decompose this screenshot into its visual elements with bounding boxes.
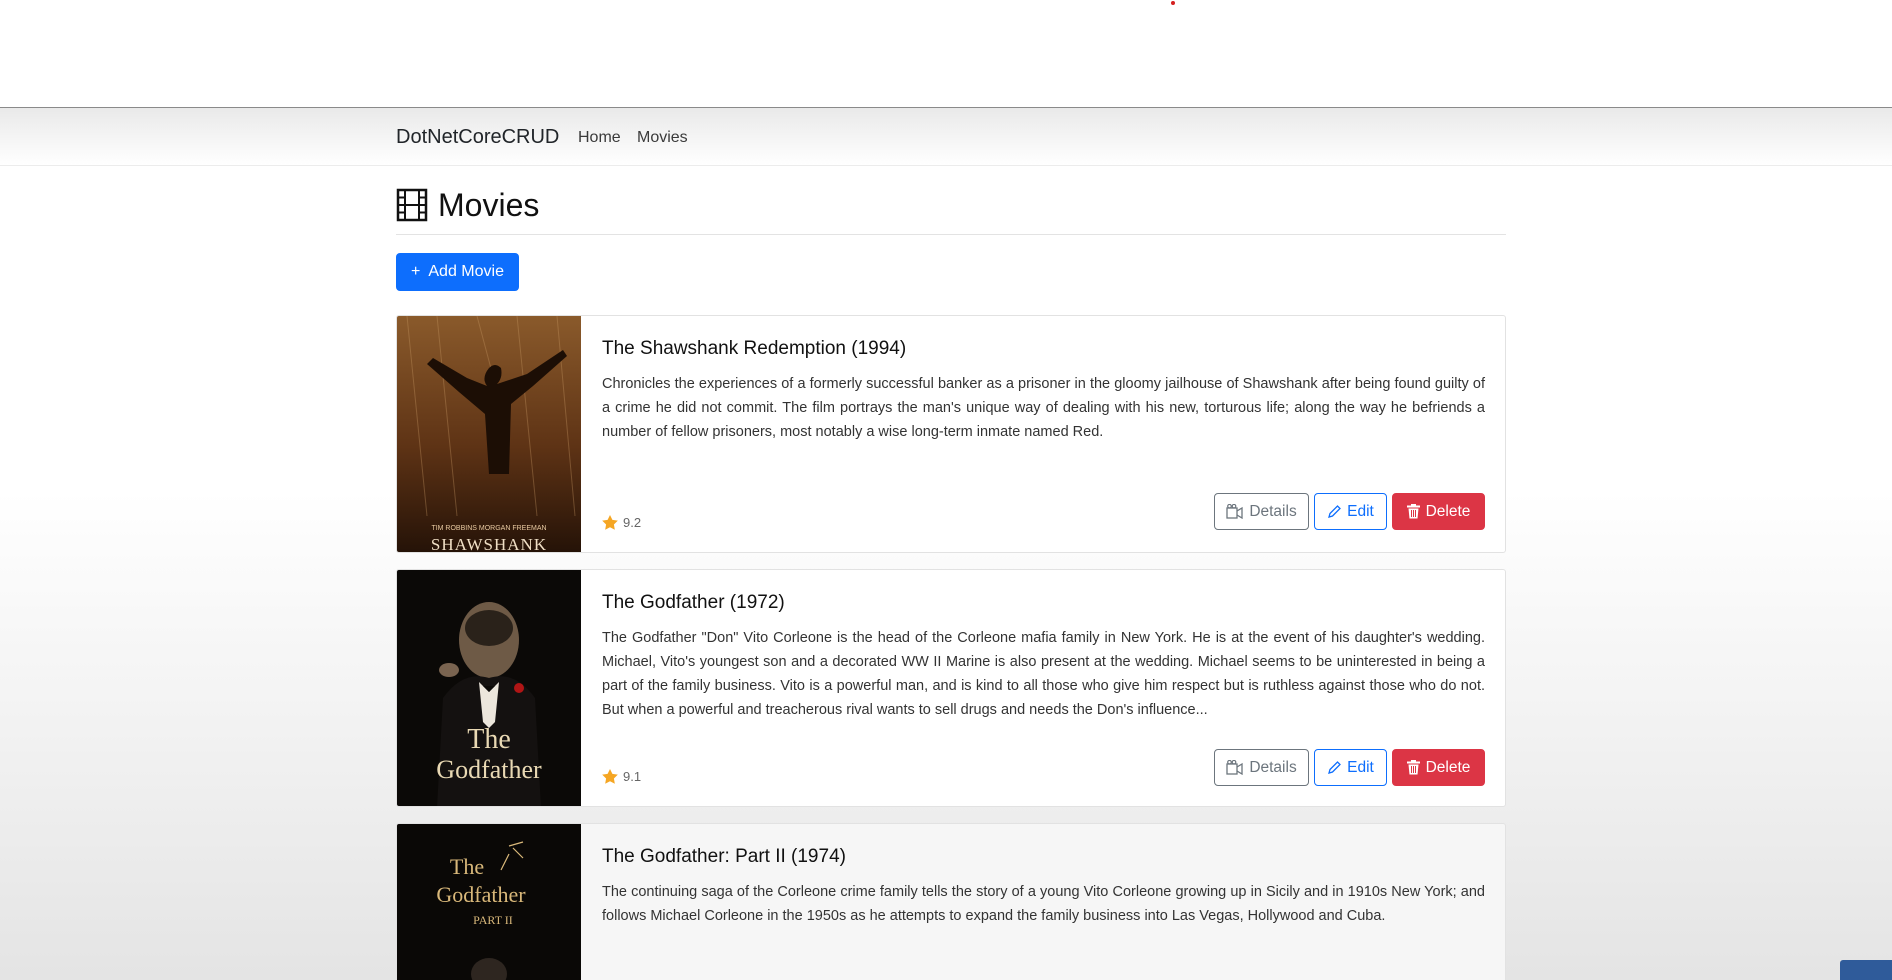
details-button[interactable]: Details bbox=[1214, 493, 1309, 530]
movie-description: The continuing saga of the Corleone crim… bbox=[602, 884, 1485, 924]
pencil-icon bbox=[1328, 504, 1342, 518]
movie-card: The Godfather PART II The Godfather: Par… bbox=[396, 823, 1506, 980]
corner-badge bbox=[1840, 960, 1892, 980]
edit-label: Edit bbox=[1347, 502, 1374, 520]
poster-caption-line2: Godfather bbox=[436, 882, 526, 907]
movie-description: The Godfather "Don" Vito Corleone is the… bbox=[602, 630, 1485, 718]
poster-caption: SHAWSHANK bbox=[431, 535, 547, 552]
divider bbox=[396, 234, 1506, 235]
movie-poster: The Godfather PART II bbox=[397, 824, 581, 980]
delete-label: Delete bbox=[1425, 758, 1471, 776]
movie-description: Chronicles the experiences of a formerly… bbox=[602, 376, 1485, 440]
navbar: DotNetCoreCRUD Home Movies bbox=[0, 108, 1892, 166]
star-icon bbox=[602, 769, 618, 784]
rating-value: 9.1 bbox=[623, 769, 642, 784]
poster-caption-line1: The bbox=[450, 854, 484, 879]
page-title: Movies bbox=[438, 186, 540, 223]
pencil-icon bbox=[1328, 760, 1342, 774]
poster-caption-line3: PART II bbox=[473, 913, 513, 927]
movie-rating: 9.2 bbox=[602, 515, 641, 530]
nav-link-movies[interactable]: Movies bbox=[637, 129, 688, 147]
trash-icon bbox=[1406, 760, 1420, 775]
page-body: Movies + Add Movie TIM ROBBINS MORGAN FR… bbox=[0, 166, 1892, 980]
card-actions: Details Edit Delete bbox=[1214, 749, 1485, 786]
edit-button[interactable]: Edit bbox=[1314, 749, 1387, 786]
movie-title: The Shawshank Redemption (1994) bbox=[602, 338, 907, 359]
rating-value: 9.2 bbox=[623, 515, 642, 530]
edit-label: Edit bbox=[1347, 758, 1374, 776]
camera-icon bbox=[1226, 504, 1243, 519]
delete-label: Delete bbox=[1425, 502, 1471, 520]
top-strip bbox=[0, 0, 1892, 108]
details-label: Details bbox=[1249, 758, 1297, 776]
poster-caption-line1: The bbox=[467, 724, 511, 755]
poster-caption-line2: Godfather bbox=[436, 755, 542, 784]
delete-button[interactable]: Delete bbox=[1392, 493, 1485, 530]
movie-card: The Godfather The Godfather (1972) The G… bbox=[396, 569, 1506, 807]
details-label: Details bbox=[1249, 502, 1297, 520]
card-actions: Details Edit Delete bbox=[1214, 493, 1485, 530]
movie-rating: 9.1 bbox=[602, 769, 641, 784]
movie-poster: TIM ROBBINS MORGAN FREEMAN SHAWSHANK bbox=[397, 316, 581, 552]
plus-icon: + bbox=[411, 263, 421, 280]
details-button[interactable]: Details bbox=[1214, 749, 1309, 786]
camera-icon bbox=[1226, 760, 1243, 775]
delete-button[interactable]: Delete bbox=[1392, 749, 1485, 786]
film-icon bbox=[396, 188, 428, 222]
nav-link-home[interactable]: Home bbox=[578, 129, 621, 147]
trash-icon bbox=[1406, 504, 1420, 519]
movie-card-body: The Godfather (1972) The Godfather "Don"… bbox=[602, 570, 1485, 806]
poster-credits: TIM ROBBINS MORGAN FREEMAN bbox=[431, 525, 546, 532]
movie-card-body: The Godfather: Part II (1974) The contin… bbox=[602, 824, 1485, 980]
page-header: Movies bbox=[396, 182, 539, 228]
cursor-dot bbox=[1171, 1, 1175, 5]
movie-card-body: The Shawshank Redemption (1994) Chronicl… bbox=[602, 316, 1485, 552]
add-movie-label: Add Movie bbox=[428, 263, 504, 280]
edit-button[interactable]: Edit bbox=[1314, 493, 1387, 530]
movie-title: The Godfather: Part II (1974) bbox=[602, 846, 846, 867]
star-icon bbox=[602, 515, 618, 530]
navbar-brand[interactable]: DotNetCoreCRUD bbox=[396, 126, 559, 149]
add-movie-button[interactable]: + Add Movie bbox=[396, 253, 519, 291]
movie-title: The Godfather (1972) bbox=[602, 592, 785, 613]
movie-card: TIM ROBBINS MORGAN FREEMAN SHAWSHANK The… bbox=[396, 315, 1506, 553]
movie-poster: The Godfather bbox=[397, 570, 581, 806]
